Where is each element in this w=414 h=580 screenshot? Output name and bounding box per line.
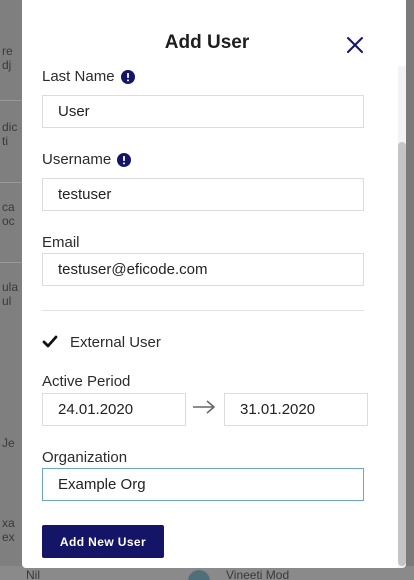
background-name: Vineeti Mod <box>226 568 290 580</box>
info-icon <box>120 69 135 84</box>
active-period-end-input[interactable]: 31.01.2020 <box>224 393 368 426</box>
external-user-checkbox[interactable] <box>40 332 60 352</box>
scrollbar-thumb[interactable] <box>398 142 406 566</box>
arrow-right-icon <box>193 400 215 414</box>
external-user-row: External User <box>40 332 161 352</box>
username-input[interactable]: testuser <box>42 178 364 211</box>
modal-header: Add User <box>22 0 406 66</box>
email-input[interactable]: testuser@eficode.com <box>42 253 364 286</box>
active-period-label: Active Period <box>42 373 131 390</box>
organization-label: Organization <box>42 449 128 466</box>
modal-title: Add User <box>164 32 250 53</box>
info-icon <box>117 152 132 167</box>
username-label: Username <box>42 151 132 168</box>
last-name-label: Last Name <box>42 68 135 85</box>
background-bottom-row: Nil Vineeti Mod <box>0 566 414 580</box>
close-button[interactable] <box>344 34 366 56</box>
background-list-item: Je <box>2 436 15 450</box>
background-list-item: ula ul <box>2 280 18 308</box>
external-user-label: External User <box>70 333 161 351</box>
background-divider <box>0 182 22 183</box>
form-divider <box>42 310 364 311</box>
background-name: Nil <box>26 568 40 580</box>
organization-input[interactable]: Example Org <box>42 468 364 501</box>
close-icon <box>347 37 363 53</box>
add-new-user-button[interactable]: Add New User <box>42 525 164 558</box>
add-user-modal: Add User Last Name User Username testuse… <box>22 0 406 568</box>
avatar <box>188 570 210 580</box>
background-divider <box>0 262 22 263</box>
background-list-item: ca oc <box>2 200 15 228</box>
background-list-item: xa ex <box>2 516 15 544</box>
email-label: Email <box>42 234 80 251</box>
last-name-input[interactable]: User <box>42 95 364 128</box>
checkmark-icon <box>40 332 60 352</box>
background-divider <box>0 100 22 101</box>
background-list-item: re dj <box>2 44 13 72</box>
active-period-start-input[interactable]: 24.01.2020 <box>42 393 186 426</box>
background-list-item: dic ti <box>2 120 18 148</box>
